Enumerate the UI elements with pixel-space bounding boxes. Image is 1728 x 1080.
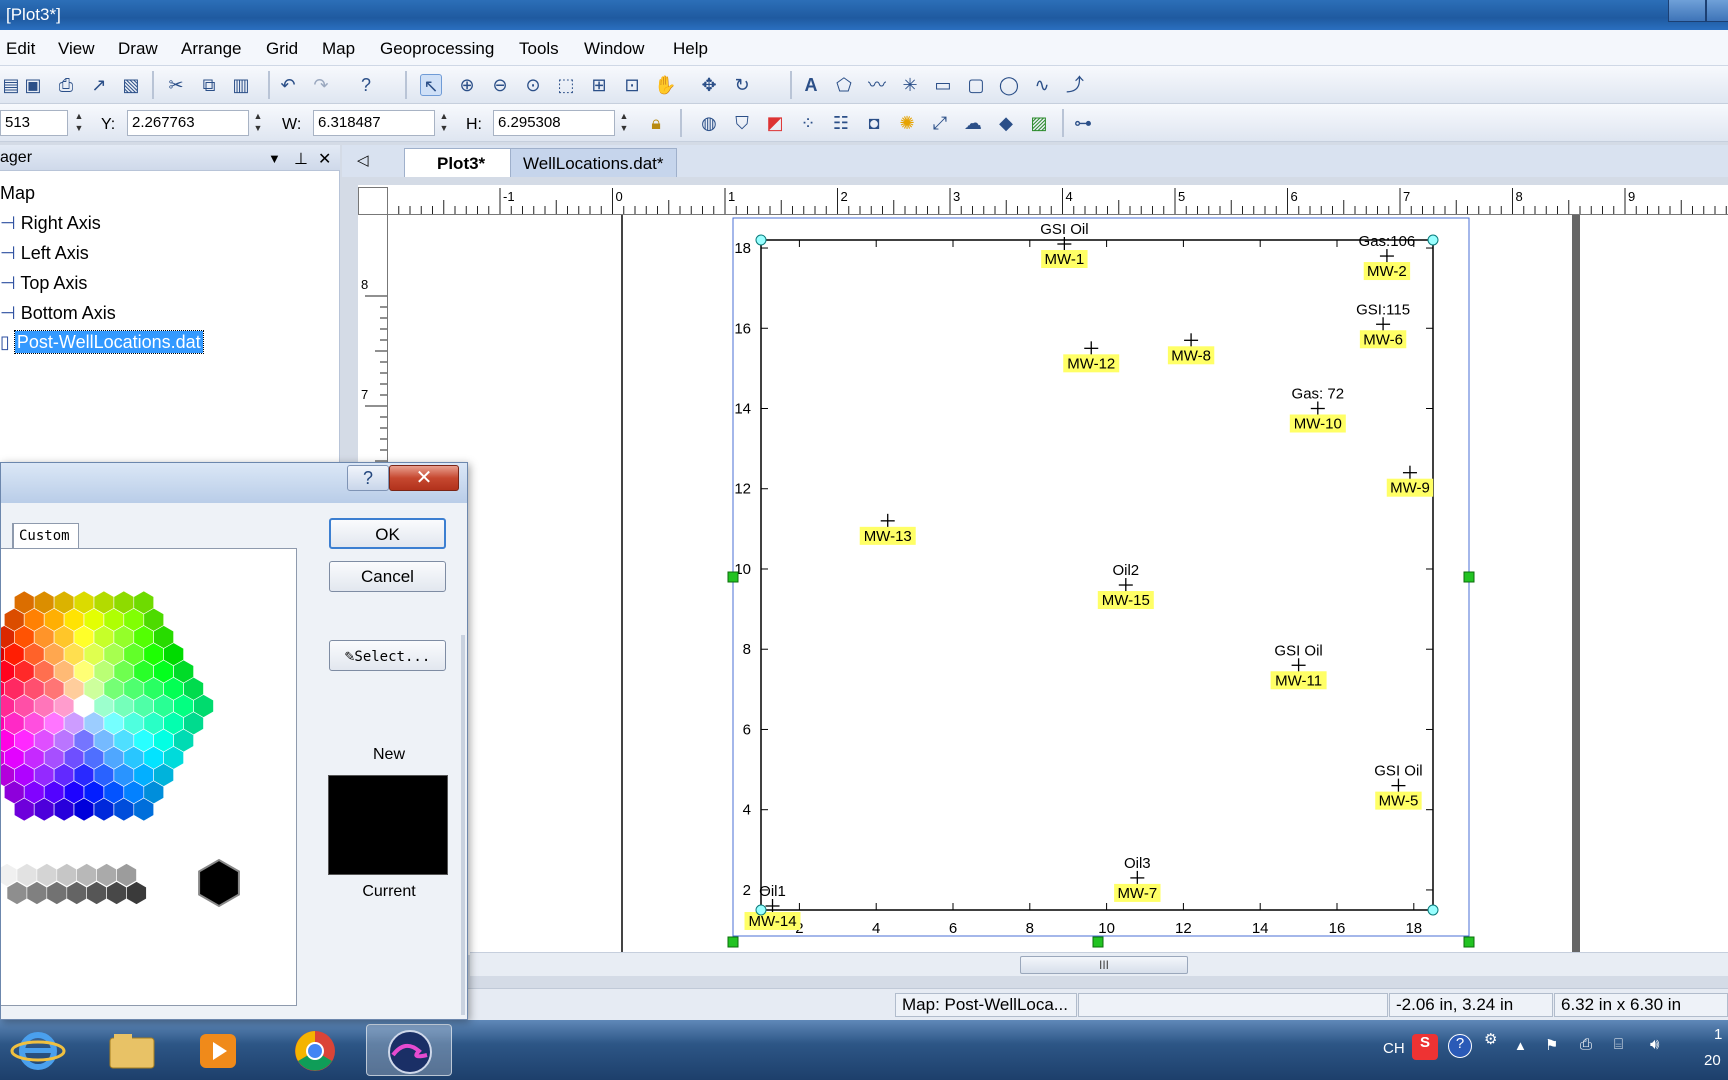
- taskbar: CH S ? ⚙ ▲ ⚑ ⎙ ⌸ 🔊︎ 1 20: [0, 1020, 1728, 1080]
- media-player-icon[interactable]: [184, 1024, 254, 1076]
- current-color-label: Current: [362, 883, 416, 900]
- dialog-splitter: [461, 635, 465, 1015]
- color-tab-page: [0, 548, 297, 1007]
- chrome-icon[interactable]: [280, 1024, 350, 1076]
- cancel-button[interactable]: Cancel: [329, 561, 446, 592]
- ruler-label: 3: [953, 189, 960, 204]
- ime-help-icon[interactable]: ?: [1448, 1034, 1472, 1058]
- ruler-label: 8: [361, 277, 368, 292]
- scrollbar-thumb[interactable]: III: [1020, 956, 1188, 974]
- color-dialog: ? ✕ Custom OK Cancel ✎Select... New Curr…: [0, 462, 468, 1020]
- ruler-label: 7: [361, 387, 368, 402]
- sogou-ime-icon[interactable]: S: [1412, 1034, 1438, 1060]
- eyedropper-icon: ✎: [344, 646, 355, 665]
- ruler-label: -1: [503, 189, 515, 204]
- dialog-help-button[interactable]: ?: [347, 465, 389, 491]
- ruler-corner: [358, 187, 388, 215]
- network-icon[interactable]: ⌸: [1614, 1036, 1623, 1053]
- ok-button[interactable]: OK: [329, 518, 446, 549]
- ruler-label: 9: [1628, 189, 1635, 204]
- ruler-label: 2: [841, 189, 848, 204]
- ruler-label: 1: [728, 189, 735, 204]
- horizontal-scrollbar[interactable]: III: [470, 952, 1728, 976]
- status-cursor-position: -2.06 in, 3.24 in: [1389, 993, 1553, 1017]
- ruler-marks: -1 0 1 2 3 4 5 6 7 8 9 8 7: [361, 188, 1727, 946]
- ruler-label: 4: [1066, 189, 1073, 204]
- language-indicator[interactable]: CH: [1383, 1040, 1405, 1057]
- ruler-label: 7: [1403, 189, 1410, 204]
- volume-icon[interactable]: 🔊︎: [1650, 1036, 1659, 1053]
- ruler-label: 6: [1291, 189, 1298, 204]
- black-cell-selected[interactable]: [198, 858, 240, 908]
- color-honeycomb[interactable]: [0, 549, 297, 1007]
- select-color-button[interactable]: ✎Select...: [329, 640, 446, 671]
- action-center-icon[interactable]: ⚑: [1545, 1036, 1558, 1054]
- ruler-label: 5: [1178, 189, 1185, 204]
- select-label: Select...: [354, 649, 431, 665]
- dialog-close-button[interactable]: ✕: [389, 465, 459, 491]
- show-hidden-icons-icon[interactable]: ▲: [1514, 1038, 1527, 1053]
- color-preview-swatch: [328, 775, 448, 875]
- clock-date[interactable]: 20: [1704, 1052, 1721, 1069]
- status-selection: Map: Post-WellLoca...: [895, 993, 1077, 1017]
- ime-settings-icon[interactable]: ⚙: [1484, 1030, 1497, 1048]
- new-color-label: New: [372, 746, 405, 763]
- printer-tray-icon[interactable]: ⎙: [1580, 1036, 1592, 1053]
- status-empty: [1078, 993, 1388, 1017]
- status-object-size: 6.32 in x 6.30 in: [1554, 993, 1728, 1017]
- ruler-label: 0: [616, 189, 623, 204]
- dialog-title-bar[interactable]: ? ✕: [1, 463, 467, 503]
- tab-custom[interactable]: Custom: [13, 523, 79, 549]
- clock-time[interactable]: 1: [1714, 1026, 1722, 1043]
- surfer-app-icon[interactable]: [366, 1024, 452, 1076]
- ruler-label: 8: [1516, 189, 1523, 204]
- internet-explorer-icon[interactable]: [2, 1024, 72, 1076]
- tab-standard[interactable]: [1, 523, 13, 549]
- file-explorer-icon[interactable]: [96, 1024, 166, 1076]
